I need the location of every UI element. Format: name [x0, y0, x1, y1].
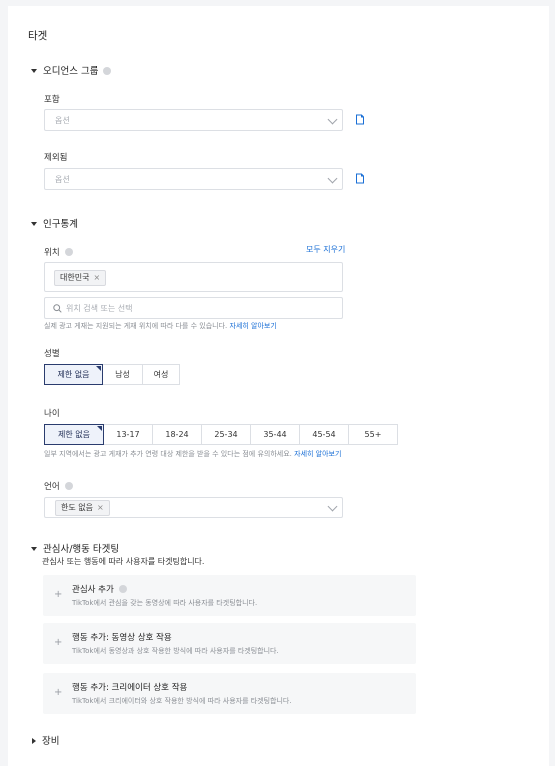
add-interest-card[interactable]: + 관심사 추가 TikTok에서 관심을 갖는 동영상에 따라 사용자를 타겟…: [43, 575, 416, 616]
caret-down-icon: [31, 68, 37, 73]
device-section-toggle[interactable]: 장비: [32, 733, 59, 747]
gender-segmented-control: 제한 없음 남성 여성: [44, 364, 180, 385]
chevron-down-icon: [327, 173, 338, 184]
age-option-55-plus[interactable]: 55+: [348, 424, 398, 445]
gender-label: 성별: [44, 349, 60, 359]
include-select[interactable]: 옵션: [44, 109, 343, 131]
caret-down-icon: [31, 221, 37, 226]
close-icon[interactable]: ×: [93, 273, 100, 282]
card-description: TikTok에서 동영상과 상호 작용한 방식에 따라 사용자를 타겟팅합니다.: [72, 647, 279, 655]
location-label-text: 위치: [44, 248, 60, 258]
exclude-placeholder: 옵션: [55, 175, 70, 184]
demographics-section-toggle[interactable]: 인구통계: [31, 216, 78, 230]
plus-icon: +: [54, 589, 63, 600]
card-title-text: 관심사 추가: [72, 585, 114, 595]
location-hint: 실제 광고 게재는 지원되는 게재 위치에 따라 다를 수 있습니다. 자세히 …: [44, 321, 277, 331]
card-title: 행동 추가: 크리에이터 상호 작용: [72, 683, 188, 693]
location-learn-more-link[interactable]: 자세히 알아보기: [230, 322, 277, 330]
help-icon[interactable]: [103, 66, 112, 75]
chevron-down-icon: [327, 114, 338, 125]
help-icon[interactable]: [64, 247, 73, 256]
caret-down-icon: [31, 546, 37, 551]
exclude-label: 제외됨: [44, 153, 68, 163]
chevron-down-icon: [327, 501, 338, 512]
location-tag-label: 대한민국: [60, 273, 90, 282]
language-tag[interactable]: 한도 없음 ×: [55, 500, 110, 516]
include-placeholder: 옵션: [55, 116, 70, 125]
location-tag[interactable]: 대한민국 ×: [54, 270, 107, 286]
upload-file-icon[interactable]: [355, 173, 365, 184]
audience-section-label: 오디언스 그룹: [43, 66, 99, 77]
location-search-placeholder: 위치 검색 또는 선택: [66, 304, 133, 313]
device-section-label: 장비: [42, 736, 60, 747]
clear-all-link[interactable]: 모두 지우기: [306, 244, 348, 256]
caret-right-icon: [32, 737, 36, 744]
card-description: TikTok에서 관심을 갖는 동영상에 따라 사용자를 타겟팅합니다.: [72, 599, 258, 607]
language-label-text: 언어: [44, 482, 60, 492]
card-title: 행동 추가: 동영상 상호 작용: [72, 633, 172, 643]
age-option-18-24[interactable]: 18-24: [152, 424, 202, 445]
close-icon[interactable]: ×: [97, 503, 104, 512]
add-video-behavior-card[interactable]: + 행동 추가: 동영상 상호 작용 TikTok에서 동영상과 상호 작용한 …: [43, 623, 416, 664]
language-label: 언어: [44, 480, 73, 492]
gender-option-any[interactable]: 제한 없음: [44, 364, 103, 385]
location-label: 위치: [44, 246, 73, 258]
age-segmented-control: 제한 없음 13-17 18-24 25-34 35-44 45-54 55+: [44, 424, 398, 445]
help-icon[interactable]: [118, 584, 127, 593]
interest-description: 관심사 또는 행동에 따라 사용자를 타겟팅합니다.: [42, 557, 205, 566]
audience-section-toggle[interactable]: 오디언스 그룹: [31, 63, 112, 77]
location-tags-box[interactable]: 대한민국 ×: [44, 262, 343, 292]
age-option-35-44[interactable]: 35-44: [250, 424, 300, 445]
age-option-25-34[interactable]: 25-34: [201, 424, 251, 445]
language-tag-label: 한도 없음: [61, 503, 93, 512]
exclude-select[interactable]: 옵션: [44, 168, 343, 190]
gender-option-female[interactable]: 여성: [142, 364, 180, 385]
include-label: 포함: [44, 95, 60, 105]
interest-section-label: 관심사/행동 타겟팅: [43, 544, 120, 555]
age-hint: 일부 지역에서는 광고 게재가 추가 연령 대상 제한을 받을 수 있다는 점에…: [44, 449, 341, 459]
age-option-45-54[interactable]: 45-54: [299, 424, 349, 445]
demographics-section-label: 인구통계: [43, 219, 78, 230]
page-title: 타겟: [28, 30, 48, 42]
age-learn-more-link[interactable]: 자세히 알아보기: [294, 450, 341, 458]
age-hint-text: 일부 지역에서는 광고 게재가 추가 연령 대상 제한을 받을 수 있다는 점에…: [44, 450, 292, 458]
card-title: 관심사 추가: [72, 583, 127, 595]
card-description: TikTok에서 크리에이터와 상호 작용한 방식에 따라 사용자를 타겟팅합니…: [72, 697, 292, 705]
location-hint-text: 실제 광고 게재는 지원되는 게재 위치에 따라 다를 수 있습니다.: [44, 322, 228, 330]
age-label: 나이: [44, 409, 60, 419]
interest-section-toggle[interactable]: 관심사/행동 타겟팅: [31, 541, 119, 555]
language-select[interactable]: 한도 없음 ×: [44, 497, 343, 518]
upload-file-icon[interactable]: [355, 114, 365, 125]
age-option-any[interactable]: 제한 없음: [44, 424, 104, 445]
plus-icon: +: [54, 637, 63, 648]
add-creator-behavior-card[interactable]: + 행동 추가: 크리에이터 상호 작용 TikTok에서 크리에이터와 상호 …: [43, 673, 416, 714]
help-icon[interactable]: [64, 481, 73, 490]
plus-icon: +: [54, 687, 63, 698]
gender-option-male[interactable]: 남성: [102, 364, 143, 385]
location-search-input[interactable]: 위치 검색 또는 선택: [44, 297, 343, 319]
age-option-13-17[interactable]: 13-17: [103, 424, 153, 445]
search-icon: [53, 304, 62, 313]
